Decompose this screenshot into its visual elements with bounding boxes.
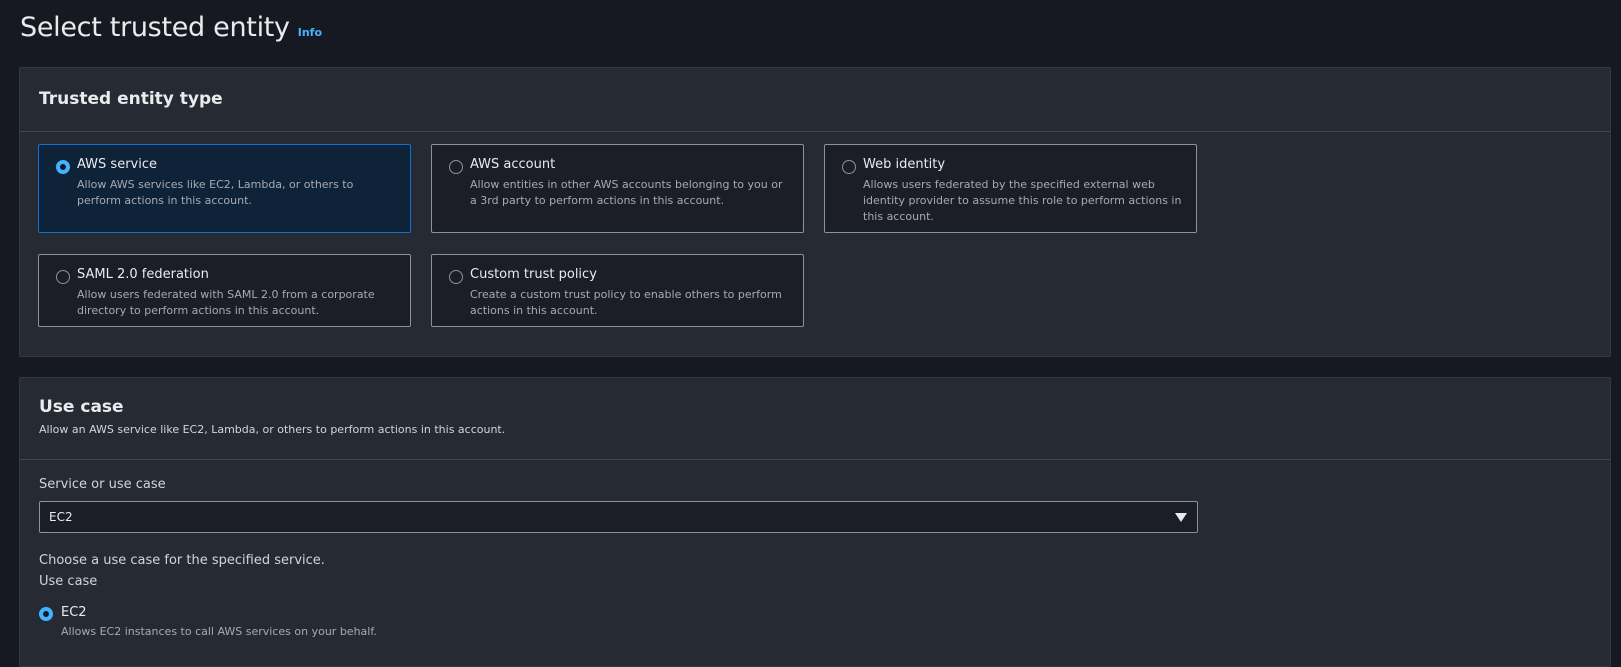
radio-saml-federation[interactable] (56, 270, 70, 284)
tile-description: Allows users federated by the specified … (863, 178, 1182, 223)
tile-description: Allow entities in other AWS accounts bel… (470, 178, 783, 207)
radio-aws-account[interactable] (449, 160, 463, 174)
tile-saml-federation[interactable]: SAML 2.0 federation Allow users federate… (38, 254, 411, 327)
choose-use-case-text: Choose a use case for the specified serv… (39, 553, 325, 568)
tile-description: Allow users federated with SAML 2.0 from… (77, 288, 375, 317)
radio-custom-trust-policy[interactable] (449, 270, 463, 284)
use-case-title: Use case (39, 397, 124, 417)
radio-web-identity[interactable] (842, 160, 856, 174)
info-link[interactable]: Info (298, 26, 322, 39)
tile-aws-service[interactable]: AWS service Allow AWS services like EC2,… (38, 144, 411, 233)
radio-aws-service[interactable] (56, 160, 70, 174)
tile-custom-trust-policy[interactable]: Custom trust policy Create a custom trus… (431, 254, 804, 327)
tile-description: Create a custom trust policy to enable o… (470, 288, 782, 317)
trusted-entity-panel: Trusted entity type AWS service Allow AW… (19, 67, 1611, 357)
tile-label: SAML 2.0 federation (77, 267, 209, 282)
use-case-panel: Use case Allow an AWS service like EC2, … (19, 377, 1611, 667)
radio-use-case-ec2[interactable] (39, 607, 53, 621)
use-case-description: Allow an AWS service like EC2, Lambda, o… (39, 423, 506, 436)
tile-label: AWS account (470, 157, 556, 172)
tile-label: Web identity (863, 157, 946, 172)
tile-web-identity[interactable]: Web identity Allows users federated by t… (824, 144, 1197, 233)
trusted-entity-header: Trusted entity type (20, 68, 1610, 132)
service-label: Service or use case (39, 477, 166, 492)
use-case-option-description: Allows EC2 instances to call AWS service… (61, 625, 377, 638)
service-select-value: EC2 (49, 510, 73, 524)
tile-aws-account[interactable]: AWS account Allow entities in other AWS … (431, 144, 804, 233)
service-select[interactable]: EC2 (39, 501, 1198, 533)
use-case-header: Use case Allow an AWS service like EC2, … (20, 378, 1610, 460)
page-header: Select trusted entity Info (20, 12, 322, 43)
page-title: Select trusted entity (20, 12, 290, 43)
caret-down-icon (1175, 513, 1187, 522)
tile-description: Allow AWS services like EC2, Lambda, or … (77, 178, 354, 207)
trusted-entity-title: Trusted entity type (39, 89, 223, 109)
use-case-option-label[interactable]: EC2 (61, 605, 87, 620)
tile-label: AWS service (77, 157, 157, 172)
use-case-label: Use case (39, 574, 98, 589)
tile-label: Custom trust policy (470, 267, 597, 282)
